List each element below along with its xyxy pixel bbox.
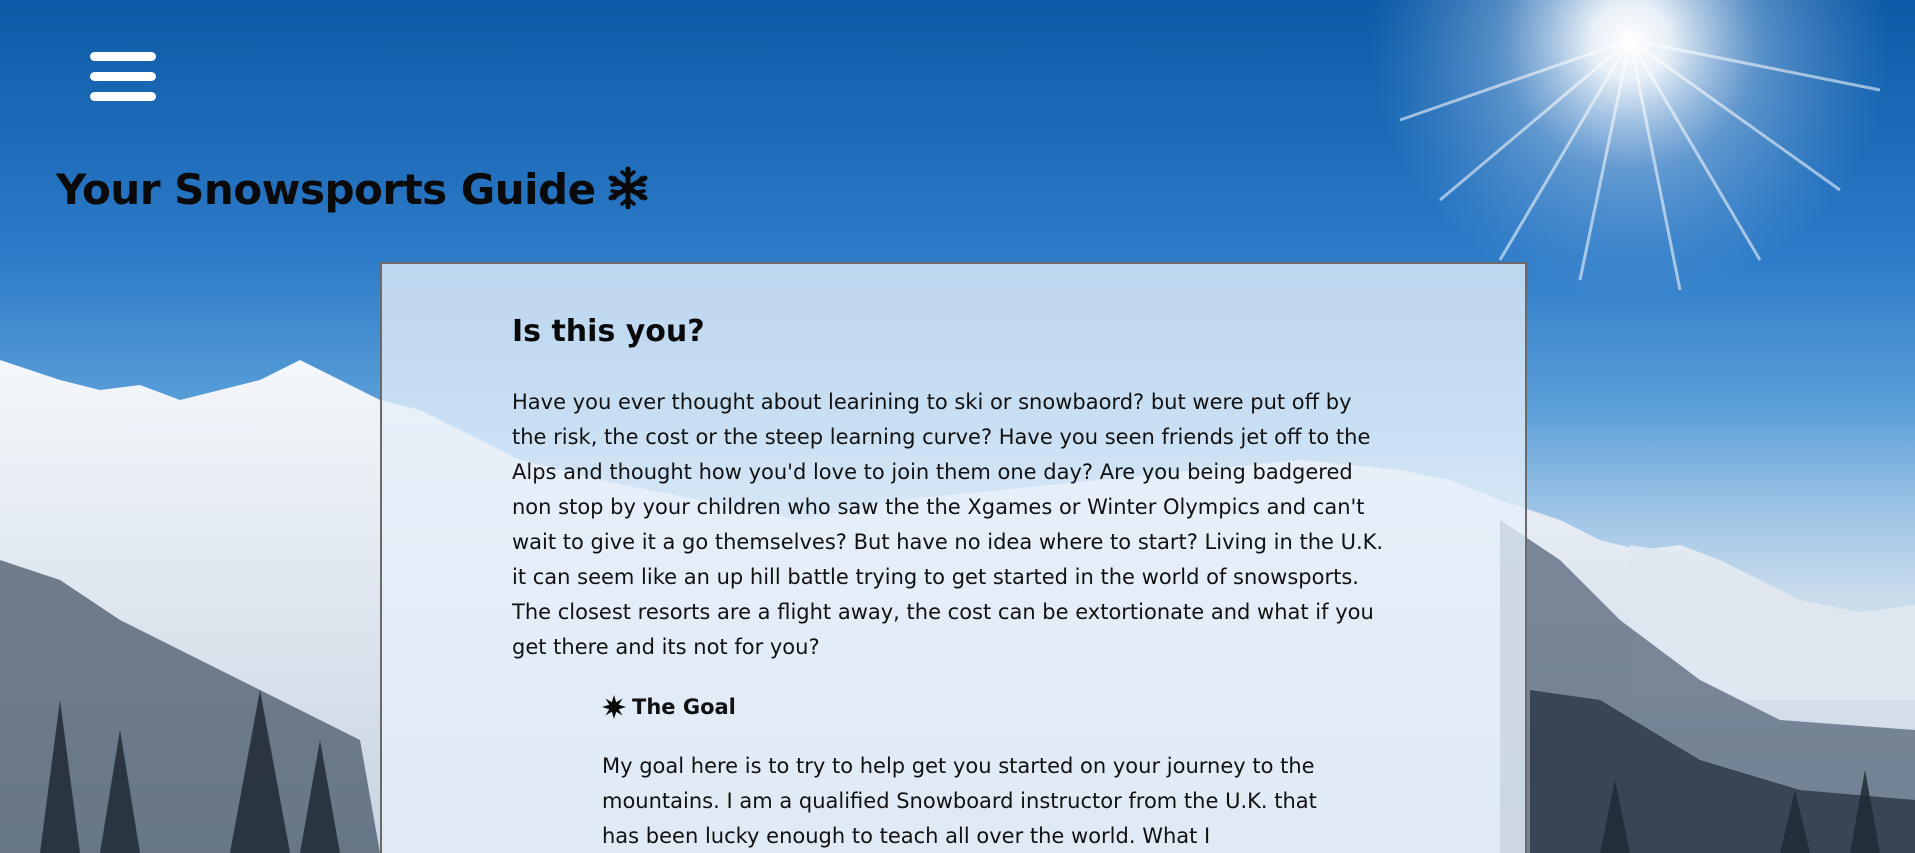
intro-card: Is this you? Have you ever thought about… (380, 262, 1527, 853)
site-title: Your Snowsports Guide (56, 165, 650, 214)
snowflake-icon (606, 165, 650, 214)
intro-card-content: Is this you? Have you ever thought about… (512, 314, 1392, 853)
menu-bar-top (90, 52, 156, 61)
menu-bar-middle (90, 72, 156, 81)
goal-paragraph: My goal here is to try to help get you s… (602, 754, 1317, 848)
goal-heading-label: The Goal (632, 695, 736, 719)
goal-heading: The Goal (602, 695, 1392, 719)
site-title-text: Your Snowsports Guide (56, 165, 596, 214)
hamburger-menu-icon[interactable] (88, 48, 158, 110)
intro-paragraph: Have you ever thought about learining to… (512, 390, 1384, 659)
starburst-icon (602, 695, 626, 719)
card-heading: Is this you? (512, 314, 705, 349)
menu-bar-bottom (90, 92, 156, 101)
